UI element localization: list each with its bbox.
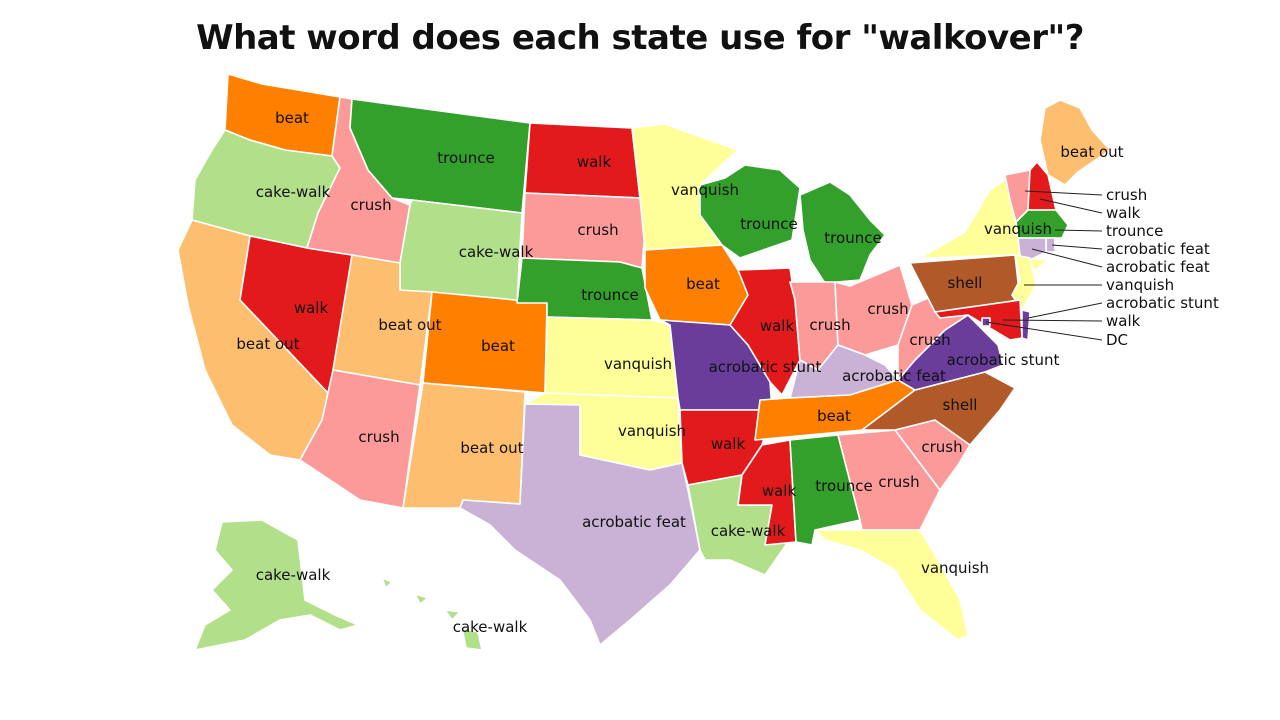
label-al: trounce: [815, 477, 872, 495]
label-nv: walk: [294, 299, 329, 317]
side-label-vt: crush: [1106, 186, 1147, 204]
label-il: walk: [760, 317, 795, 335]
label-ms: walk: [762, 482, 797, 500]
state-fl: [814, 529, 969, 641]
label-mn: vanquish: [671, 181, 739, 199]
label-tn: beat: [817, 407, 851, 425]
side-label-ct: acrobatic feat: [1106, 258, 1210, 276]
label-la: cake-walk: [711, 522, 786, 540]
label-wv: crush: [909, 331, 950, 349]
label-ks: vanquish: [604, 355, 672, 373]
label-ga: crush: [878, 473, 919, 491]
side-label-nj: vanquish: [1106, 276, 1174, 294]
label-sc: crush: [921, 438, 962, 456]
us-states-map: beatcake-walkbeat outwalkcrushtrouncecak…: [177, 73, 1219, 651]
label-nc: shell: [943, 396, 978, 414]
leader-line-ri: [1051, 244, 1103, 250]
label-nd: walk: [577, 153, 612, 171]
label-in: crush: [809, 316, 850, 334]
label-ak: cake-walk: [256, 566, 331, 584]
label-ar: walk: [711, 435, 746, 453]
label-me: beat out: [1060, 143, 1123, 161]
label-hi: cake-walk: [453, 618, 528, 636]
label-ok: vanquish: [618, 422, 686, 440]
side-label-nh: walk: [1106, 204, 1141, 222]
label-ut: beat out: [378, 316, 441, 334]
label-sd: crush: [577, 221, 618, 239]
leader-line-de: [1027, 302, 1103, 319]
label-ca: beat out: [236, 335, 299, 353]
label-ny: vanquish: [984, 220, 1052, 238]
label-oh: crush: [867, 300, 908, 318]
label-az: crush: [358, 428, 399, 446]
label-mt: trounce: [437, 149, 494, 167]
label-wy: cake-walk: [459, 243, 534, 261]
state-ak: [194, 519, 359, 651]
label-mi: trounce: [824, 229, 881, 247]
label-nm: beat out: [460, 439, 523, 457]
side-label-ri: acrobatic feat: [1106, 240, 1210, 258]
label-co: beat: [481, 337, 515, 355]
label-ky: acrobatic feat: [842, 367, 946, 385]
label-mo: acrobatic stunt: [709, 358, 822, 376]
state-de: [1021, 309, 1031, 341]
label-va: acrobatic stunt: [947, 351, 1060, 369]
label-ne: trounce: [581, 286, 638, 304]
label-wa: beat: [275, 109, 309, 127]
state-hi: [381, 577, 483, 651]
side-label-md: walk: [1106, 312, 1141, 330]
side-label-ma: trounce: [1106, 222, 1163, 240]
label-id: crush: [350, 196, 391, 214]
label-wi: trounce: [740, 215, 797, 233]
side-label-de: acrobatic stunt: [1106, 294, 1219, 312]
label-pa: shell: [948, 274, 983, 292]
side-label-dc: DC: [1106, 331, 1128, 349]
label-tx: acrobatic feat: [582, 513, 686, 531]
label-fl: vanquish: [921, 559, 989, 577]
label-ia: beat: [686, 275, 720, 293]
label-or: cake-walk: [256, 183, 331, 201]
